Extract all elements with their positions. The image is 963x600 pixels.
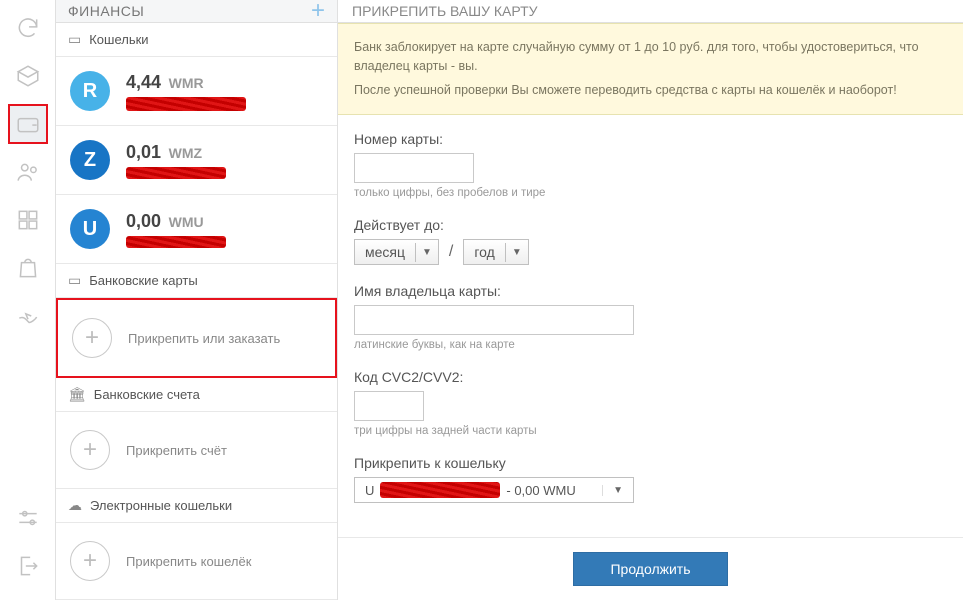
card-number-label: Номер карты: bbox=[354, 131, 947, 147]
section-accounts-label: Банковские счета bbox=[94, 387, 200, 402]
nav-refresh[interactable] bbox=[8, 8, 48, 48]
attach-card-button[interactable]: + Прикрепить или заказать bbox=[56, 298, 337, 378]
chevron-down-icon: ▼ bbox=[602, 485, 623, 496]
section-wallets-label: Кошельки bbox=[89, 32, 148, 47]
chevron-down-icon: ▼ bbox=[505, 243, 528, 262]
wallet-currency: WMU bbox=[169, 214, 204, 230]
wallet-number-redacted bbox=[126, 236, 226, 248]
nav-contacts[interactable] bbox=[8, 152, 48, 192]
wallet-icon bbox=[15, 111, 41, 137]
wallet-amount: 0,00 bbox=[126, 211, 161, 231]
add-button[interactable]: + bbox=[311, 3, 325, 19]
plus-circle-icon: + bbox=[72, 318, 112, 358]
plus-circle-icon: + bbox=[70, 541, 110, 581]
nav-settings[interactable] bbox=[8, 498, 48, 538]
info-notice: Банк заблокирует на карте случайную сумм… bbox=[338, 23, 963, 115]
plus-circle-icon: + bbox=[70, 430, 110, 470]
card-number-input[interactable] bbox=[354, 153, 474, 183]
card-icon: ▭ bbox=[68, 31, 81, 48]
wallet-number-redacted bbox=[126, 167, 226, 179]
card-icon: ▭ bbox=[68, 272, 81, 289]
card-number-hint: только цифры, без пробелов и тире bbox=[354, 187, 947, 199]
wallet-row-wmu[interactable]: U 0,00 WMU bbox=[56, 195, 337, 264]
sliders-icon bbox=[15, 505, 41, 531]
section-accounts: 🏛 Банковские счета bbox=[56, 378, 337, 412]
grid-icon bbox=[15, 207, 41, 233]
wallet-amount: 4,44 bbox=[126, 72, 161, 92]
box-icon bbox=[15, 63, 41, 89]
notice-line1: Банк заблокирует на карте случайную сумм… bbox=[354, 38, 947, 76]
attach-account-button[interactable]: + Прикрепить счёт bbox=[56, 412, 337, 489]
wallet-badge: U bbox=[70, 209, 110, 249]
bag-icon bbox=[15, 255, 41, 281]
nav-apps[interactable] bbox=[8, 200, 48, 240]
logout-icon bbox=[15, 553, 41, 579]
month-select[interactable]: месяц▼ bbox=[354, 239, 439, 265]
month-value: месяц bbox=[355, 240, 415, 264]
nav-wallet[interactable] bbox=[8, 104, 48, 144]
wallet-badge: Z bbox=[70, 140, 110, 180]
attach-to-suffix: - 0,00 WMU bbox=[506, 483, 575, 498]
bank-icon: 🏛 bbox=[68, 386, 86, 403]
people-icon bbox=[15, 159, 41, 185]
attach-card-label: Прикрепить или заказать bbox=[128, 331, 280, 346]
holder-hint: латинские буквы, как на карте bbox=[354, 339, 947, 351]
nav-box[interactable] bbox=[8, 56, 48, 96]
hand-icon bbox=[15, 303, 41, 329]
nav-shop[interactable] bbox=[8, 248, 48, 288]
year-select[interactable]: год▼ bbox=[463, 239, 528, 265]
wallet-amount: 0,01 bbox=[126, 142, 161, 162]
attach-to-redacted bbox=[380, 482, 500, 498]
wallet-currency: WMZ bbox=[169, 145, 202, 161]
nav-logout[interactable] bbox=[8, 546, 48, 586]
wallet-badge: R bbox=[70, 71, 110, 111]
cloud-icon: ☁ bbox=[68, 497, 82, 514]
attach-to-label: Прикрепить к кошельку bbox=[354, 455, 947, 471]
attach-to-select[interactable]: U - 0,00 WMU ▼ bbox=[354, 477, 634, 503]
notice-line2: После успешной проверки Вы сможете перев… bbox=[354, 81, 947, 100]
section-ewallets: ☁ Электронные кошельки bbox=[56, 489, 337, 523]
sidebar-header: ФИНАНСЫ + bbox=[56, 0, 337, 23]
section-cards-label: Банковские карты bbox=[89, 273, 198, 288]
attach-ewallet-button[interactable]: + Прикрепить кошелёк bbox=[56, 523, 337, 600]
holder-label: Имя владельца карты: bbox=[354, 283, 947, 299]
submit-bar: Продолжить bbox=[338, 537, 963, 600]
attach-account-label: Прикрепить счёт bbox=[126, 443, 227, 458]
cvc-hint: три цифры на задней части карты bbox=[354, 425, 947, 437]
continue-button[interactable]: Продолжить bbox=[573, 552, 727, 586]
nav-hand[interactable] bbox=[8, 296, 48, 336]
wallet-number-redacted bbox=[126, 97, 246, 111]
wallet-currency: WMR bbox=[169, 75, 204, 91]
expires-label: Действует до: bbox=[354, 217, 947, 233]
nav-rail bbox=[0, 0, 56, 600]
main-title: ПРИКРЕПИТЬ ВАШУ КАРТУ bbox=[338, 0, 963, 23]
card-form: Номер карты: только цифры, без пробелов … bbox=[338, 115, 963, 537]
main-panel: ПРИКРЕПИТЬ ВАШУ КАРТУ Банк заблокирует н… bbox=[338, 0, 963, 600]
attach-to-prefix: U bbox=[365, 483, 374, 498]
finance-sidebar: ФИНАНСЫ + ▭ Кошельки R 4,44 WMR Z 0,01 W… bbox=[56, 0, 338, 600]
chevron-down-icon: ▼ bbox=[415, 243, 438, 262]
wallet-row-wmr[interactable]: R 4,44 WMR bbox=[56, 57, 337, 126]
holder-input[interactable] bbox=[354, 305, 634, 335]
refresh-icon bbox=[15, 15, 41, 41]
cvc-label: Код CVC2/CVV2: bbox=[354, 369, 947, 385]
section-ewallets-label: Электронные кошельки bbox=[90, 498, 232, 513]
year-value: год bbox=[464, 240, 504, 264]
attach-ewallet-label: Прикрепить кошелёк bbox=[126, 554, 251, 569]
section-wallets: ▭ Кошельки bbox=[56, 23, 337, 57]
sidebar-title: ФИНАНСЫ bbox=[68, 3, 144, 19]
cvc-input[interactable] bbox=[354, 391, 424, 421]
slash: / bbox=[449, 243, 453, 261]
section-cards: ▭ Банковские карты bbox=[56, 264, 337, 298]
wallet-row-wmz[interactable]: Z 0,01 WMZ bbox=[56, 126, 337, 195]
